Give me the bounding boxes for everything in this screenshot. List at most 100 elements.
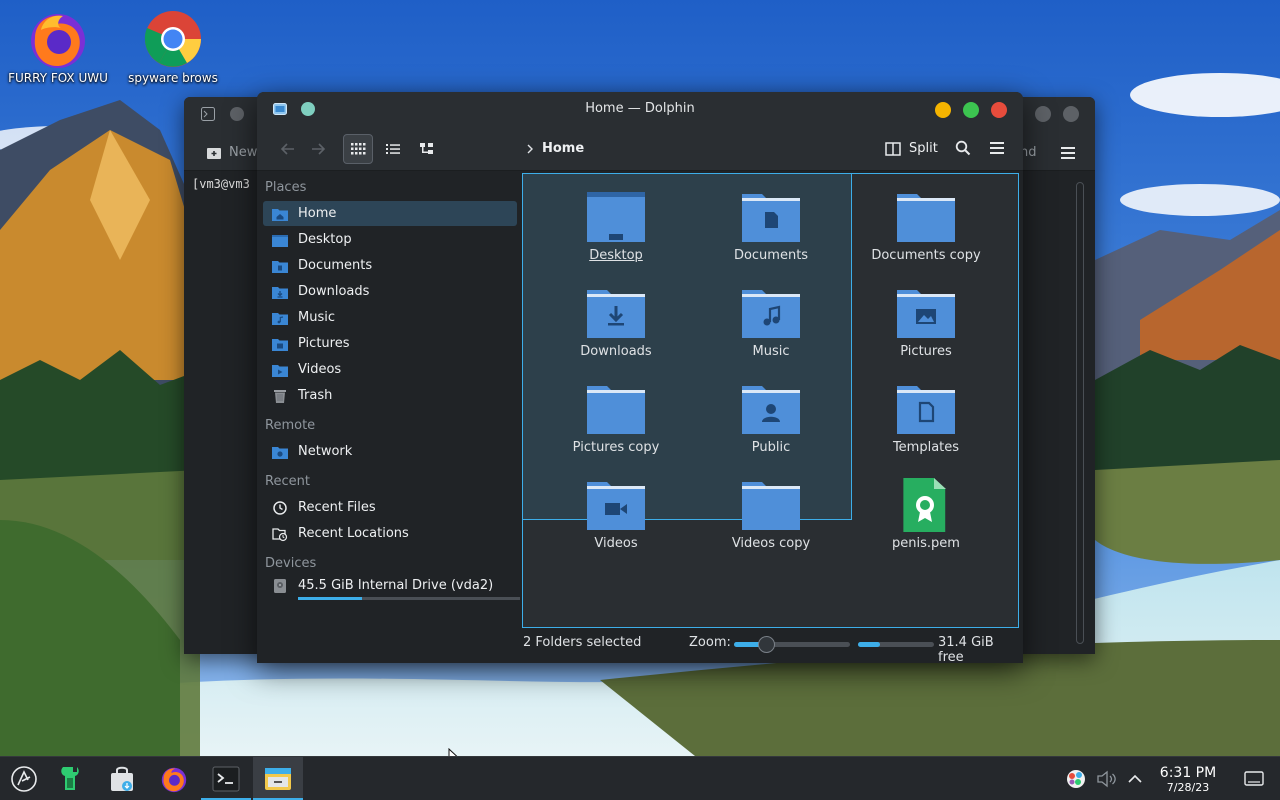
places-item-trash[interactable]: Trash <box>263 383 517 408</box>
terminal-new-tab-button[interactable]: New <box>206 145 257 160</box>
color-picker-tray-icon[interactable] <box>1066 769 1086 789</box>
file-item-pem[interactable]: penis.pem <box>851 478 1001 551</box>
free-space: 31.4 GiB free <box>938 635 994 663</box>
grid-icon <box>351 143 366 155</box>
terminal-pin-button[interactable] <box>230 107 244 121</box>
status-bar: 2 Folders selected Zoom: 31.4 GiB free <box>522 633 1022 663</box>
folder-desktop-icon <box>587 192 645 242</box>
store-bag-icon <box>111 766 133 791</box>
clock-icon <box>273 500 287 515</box>
hamburger-menu-icon[interactable] <box>989 141 1005 155</box>
remote-header: Remote <box>265 418 316 433</box>
places-item-label: Recent Files <box>298 500 376 515</box>
desktop-icon-firefox[interactable]: FURRY FOX UWU <box>3 8 113 86</box>
desktop-icon-label: spyware brows <box>128 71 218 85</box>
places-item-internal-drive[interactable]: 45.5 GiB Internal Drive (vda2) <box>263 575 520 605</box>
file-item-desktop[interactable]: Desktop <box>541 190 691 263</box>
zoom-label: Zoom: <box>689 635 731 650</box>
file-item-videos-copy[interactable]: Videos copy <box>696 478 846 551</box>
places-item-pictures[interactable]: Pictures <box>263 331 517 356</box>
places-item-music[interactable]: Music <box>263 305 517 330</box>
back-button[interactable] <box>273 134 303 164</box>
drive-icon <box>274 579 286 593</box>
zoom-slider-handle[interactable] <box>758 636 776 653</box>
terminal-menu-icon[interactable] <box>1060 146 1076 160</box>
volume-icon[interactable] <box>1096 770 1118 788</box>
taskbar-firefox[interactable] <box>150 757 198 800</box>
compact-view-button[interactable] <box>378 134 408 164</box>
certificate-file-icon <box>903 478 946 532</box>
terminal-new-tab-label: New <box>229 145 258 160</box>
minimize-button[interactable] <box>935 102 951 118</box>
places-panel: Places Home Desktop Documents Downloads … <box>257 172 520 663</box>
breadcrumb-home[interactable]: Home <box>542 141 584 156</box>
folder-videos-icon <box>587 482 645 530</box>
places-item-videos[interactable]: Videos <box>263 357 517 382</box>
terminal-scrollbar[interactable] <box>1076 182 1084 644</box>
file-item-pictures[interactable]: Pictures <box>851 286 1001 359</box>
folder-public-icon <box>742 386 800 434</box>
file-item-documents-copy[interactable]: Documents copy <box>851 190 1001 263</box>
places-item-recent-files[interactable]: Recent Files <box>263 495 517 520</box>
file-item-pictures-copy[interactable]: Pictures copy <box>541 382 691 455</box>
split-label: Split <box>909 141 938 156</box>
file-name: Documents copy <box>871 248 981 263</box>
window-title: Home — Dolphin <box>585 101 695 116</box>
taskbar-system-settings[interactable] <box>46 757 94 800</box>
dolphin-titlebar[interactable]: Home — Dolphin <box>257 92 1023 126</box>
places-item-home[interactable]: Home <box>263 201 517 226</box>
search-icon[interactable] <box>955 140 971 156</box>
file-view[interactable]: Desktop Documents Documents copy Downloa… <box>522 173 1019 628</box>
zoom-slider[interactable] <box>734 636 850 653</box>
selection-status: 2 Folders selected <box>523 635 642 650</box>
file-item-templates[interactable]: Templates <box>851 382 1001 455</box>
recent-header: Recent <box>265 474 310 489</box>
file-name: Desktop <box>589 248 643 263</box>
places-item-documents[interactable]: Documents <box>263 253 517 278</box>
details-view-button[interactable] <box>412 134 442 164</box>
dolphin-toolbar: Home Split <box>257 126 1023 171</box>
places-item-label: Home <box>298 206 337 221</box>
places-header: Places <box>265 180 307 195</box>
chevron-up-icon[interactable] <box>1128 774 1142 784</box>
forward-button[interactable] <box>303 134 333 164</box>
new-tab-icon <box>207 147 221 159</box>
close-button[interactable] <box>991 102 1007 118</box>
desktop-icon-chrome[interactable]: spyware brows <box>118 8 228 86</box>
folder-pictures-icon <box>897 290 955 338</box>
file-item-videos[interactable]: Videos <box>541 478 691 551</box>
taskbar-dolphin[interactable] <box>253 757 303 800</box>
terminal-minimize-button[interactable] <box>1035 106 1051 122</box>
file-item-public[interactable]: Public <box>696 382 846 455</box>
file-item-documents[interactable]: Documents <box>696 190 846 263</box>
places-item-recent-locations[interactable]: Recent Locations <box>263 521 517 546</box>
taskbar-terminal[interactable] <box>201 757 251 800</box>
drive-usage-fill <box>298 597 363 600</box>
show-desktop-icon[interactable] <box>1244 771 1264 787</box>
breadcrumb-chevron-icon[interactable] <box>525 143 535 155</box>
clock-time: 6:31 PM <box>1159 765 1217 781</box>
desktop-icon-label: FURRY FOX UWU <box>8 71 108 85</box>
places-item-downloads[interactable]: Downloads <box>263 279 517 304</box>
dolphin-window[interactable]: Home — Dolphin Home Split Places Home De… <box>257 92 1023 663</box>
terminal-app-icon <box>201 107 215 121</box>
arrow-right-icon <box>312 143 326 155</box>
taskbar-discover[interactable] <box>98 757 146 800</box>
places-item-network[interactable]: Network <box>263 439 517 464</box>
icons-view-button[interactable] <box>343 134 373 164</box>
firefox-icon <box>161 767 187 793</box>
application-launcher-button[interactable] <box>0 757 48 800</box>
file-name: Documents <box>733 248 809 263</box>
terminal-close-button[interactable] <box>1063 106 1079 122</box>
places-item-desktop[interactable]: Desktop <box>263 227 517 252</box>
devices-header: Devices <box>265 556 317 571</box>
folder-home-icon <box>272 208 288 221</box>
maximize-button[interactable] <box>963 102 979 118</box>
digital-clock[interactable]: 6:31 PM 7/28/23 <box>1150 765 1226 794</box>
file-item-music[interactable]: Music <box>696 286 846 359</box>
split-button[interactable]: Split <box>885 141 938 156</box>
file-name: Pictures copy <box>572 440 660 455</box>
folder-music-icon <box>742 290 800 338</box>
file-name: Videos copy <box>731 536 811 551</box>
file-item-downloads[interactable]: Downloads <box>541 286 691 359</box>
